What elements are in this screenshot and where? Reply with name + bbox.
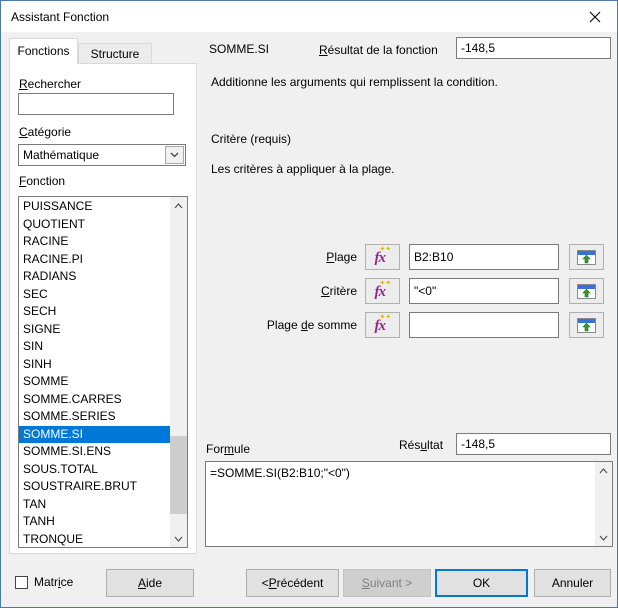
result-field: -148,5 xyxy=(456,433,611,455)
function-label: Fonction xyxy=(19,174,65,188)
fx-icon: fx✦✦ xyxy=(374,316,392,334)
function-list-item[interactable]: TANH xyxy=(19,513,170,531)
argument-title: Critère (requis) xyxy=(211,132,291,146)
function-list-item[interactable]: SOMME.SI.ENS xyxy=(19,443,170,461)
function-list-item[interactable]: SECH xyxy=(19,303,170,321)
shrink-icon xyxy=(577,318,596,333)
function-list-item[interactable]: SOMME.SI xyxy=(19,426,170,444)
arg-label-plage: Plage xyxy=(205,250,357,264)
next-button: Suivant > xyxy=(343,569,431,597)
function-list-scrollbar[interactable] xyxy=(170,197,187,547)
fx-icon: fx✦✦ xyxy=(374,282,392,300)
shrink-button-plage-de-somme[interactable] xyxy=(569,312,604,338)
fx-button-plage-de-somme[interactable]: fx✦✦ xyxy=(365,312,400,338)
scroll-down-icon xyxy=(174,536,183,542)
function-list-item[interactable]: RACINE.PI xyxy=(19,251,170,269)
function-wizard-dialog: Assistant Fonction Fonctions Structure R… xyxy=(0,0,618,608)
arg-input-plage-de-somme[interactable] xyxy=(409,312,559,338)
argument-hint: Les critères à appliquer à la plage. xyxy=(211,162,394,176)
scroll-up-icon xyxy=(174,203,183,209)
arg-label-critere: Critère xyxy=(205,284,357,298)
function-list-item[interactable]: SOMME.CARRES xyxy=(19,391,170,409)
shrink-icon xyxy=(577,284,596,299)
function-list[interactable]: PUISSANCEQUOTIENTRACINERACINE.PIRADIANSS… xyxy=(18,196,188,548)
function-list-item[interactable]: TAN xyxy=(19,496,170,514)
function-list-item[interactable]: SEC xyxy=(19,286,170,304)
dropdown-button[interactable] xyxy=(165,146,184,164)
help-button[interactable]: Aide xyxy=(106,569,194,597)
formula-text: =SOMME.SI(B2:B10;"<0") xyxy=(210,466,350,480)
function-list-item[interactable]: SOMME.SERIES xyxy=(19,408,170,426)
function-description: Additionne les arguments qui remplissent… xyxy=(211,75,498,89)
scroll-up-button[interactable] xyxy=(595,462,612,479)
scroll-down-button[interactable] xyxy=(170,530,187,547)
category-value: Mathématique xyxy=(23,148,99,162)
formula-textarea[interactable]: =SOMME.SI(B2:B10;"<0") xyxy=(205,461,613,547)
fx-button-critere[interactable]: fx✦✦ xyxy=(365,278,400,304)
function-list-item[interactable]: TRONQUE xyxy=(19,531,170,549)
function-list-item[interactable]: SOMME xyxy=(19,373,170,391)
function-result-field: -148,5 xyxy=(456,37,611,59)
function-list-item[interactable]: RACINE xyxy=(19,233,170,251)
function-list-item[interactable]: PUISSANCE xyxy=(19,198,170,216)
scroll-thumb[interactable] xyxy=(170,436,187,514)
window-title: Assistant Fonction xyxy=(11,10,109,24)
shrink-icon xyxy=(577,250,596,265)
titlebar: Assistant Fonction xyxy=(1,1,617,32)
tab-structure[interactable]: Structure xyxy=(78,43,152,64)
ok-button[interactable]: OK xyxy=(435,569,528,597)
search-label: Rechercher xyxy=(19,77,81,91)
shrink-button-critere[interactable] xyxy=(569,278,604,304)
function-list-item[interactable]: SIN xyxy=(19,338,170,356)
scroll-up-icon xyxy=(599,468,608,474)
chevron-down-icon xyxy=(170,152,179,158)
shrink-button-plage[interactable] xyxy=(569,244,604,270)
search-input[interactable] xyxy=(18,93,174,115)
function-list-item[interactable]: SINH xyxy=(19,356,170,374)
formula-scrollbar[interactable] xyxy=(595,462,612,546)
matrix-label: Matrice xyxy=(34,575,73,589)
previous-button[interactable]: <Précédent xyxy=(246,569,339,597)
arg-input-plage[interactable]: B2:B10 xyxy=(409,244,559,270)
function-list-item[interactable]: SOUS.TOTAL xyxy=(19,461,170,479)
result-label: Résultat xyxy=(399,438,443,452)
scroll-up-button[interactable] xyxy=(170,197,187,214)
arg-label-plage-de-somme: Plage de somme xyxy=(205,318,357,332)
function-list-item[interactable]: QUOTIENT xyxy=(19,216,170,234)
scroll-down-button[interactable] xyxy=(595,529,612,546)
arg-input-critere[interactable]: "<0" xyxy=(409,278,559,304)
cancel-button[interactable]: Annuler xyxy=(534,569,611,597)
selected-function-name: SOMME.SI xyxy=(209,42,269,56)
function-result-label: Résultat de la fonction xyxy=(319,43,438,57)
function-list-item[interactable]: SIGNE xyxy=(19,321,170,339)
function-list-item[interactable]: RADIANS xyxy=(19,268,170,286)
close-button[interactable] xyxy=(579,5,611,28)
function-list-item[interactable]: SOUSTRAIRE.BRUT xyxy=(19,478,170,496)
fx-icon: fx✦✦ xyxy=(374,248,392,266)
category-dropdown[interactable]: Mathématique xyxy=(18,144,186,166)
tab-fonctions[interactable]: Fonctions xyxy=(9,38,78,64)
matrix-checkbox[interactable] xyxy=(15,576,28,589)
scroll-down-icon xyxy=(599,535,608,541)
fx-button-plage[interactable]: fx✦✦ xyxy=(365,244,400,270)
formula-label: Formule xyxy=(206,442,250,456)
close-icon xyxy=(589,11,601,23)
category-label: Catégorie xyxy=(19,125,71,139)
